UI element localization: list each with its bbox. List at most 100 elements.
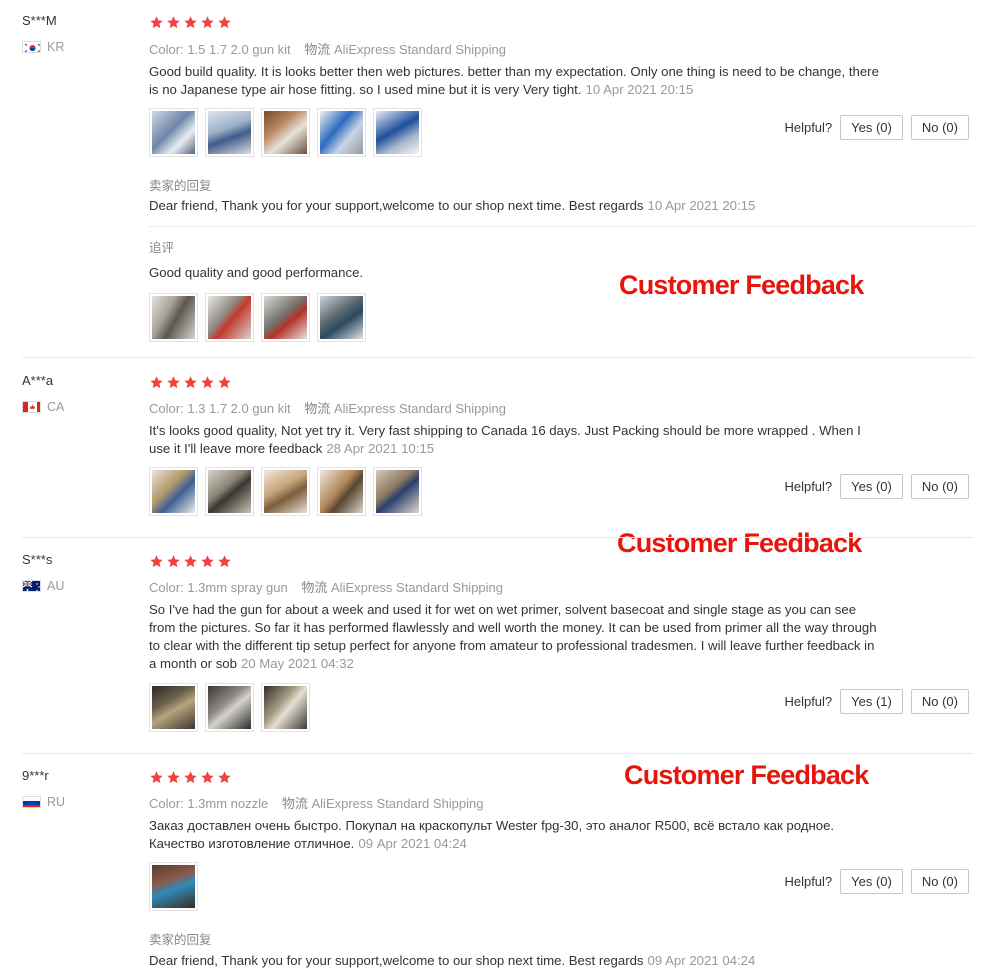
star-icon <box>184 771 197 784</box>
promo-overlay-text: Customer Feedback <box>619 270 864 300</box>
review-body: Good build quality. It is looks better t… <box>149 64 879 97</box>
attr-value: 1.3mm spray gun <box>187 580 288 595</box>
kr-flag-icon <box>22 41 41 53</box>
review-photo-thumbnail[interactable] <box>373 108 422 157</box>
feedback-page: S***M KR Color: 1.5 1.7 2.0 gun kit 物流 A… <box>0 0 1000 979</box>
review-photo-thumbnail[interactable] <box>205 293 254 342</box>
star-icon <box>201 555 214 568</box>
review-divider <box>22 357 974 358</box>
helpful-vote: Helpful? Yes (0) No (0) <box>784 869 969 894</box>
sku-info: Color: 1.3mm spray gun 物流 AliExpress Sta… <box>149 577 503 596</box>
star-icon <box>167 555 180 568</box>
seller-reply-label: 卖家的回复 <box>149 933 212 947</box>
attr-label: Color: <box>149 580 184 595</box>
attr-label: Color: <box>149 401 184 416</box>
seller-reply: Dear friend, Thank you for your support,… <box>149 952 879 970</box>
helpful-no-button[interactable]: No (0) <box>910 689 969 714</box>
ru-flag-icon <box>22 796 41 808</box>
star-icon <box>218 555 231 568</box>
helpful-vote: Helpful? Yes (0) No (0) <box>784 474 969 499</box>
star-icon <box>184 16 197 29</box>
review-photo-thumbnail[interactable] <box>317 467 366 516</box>
helpful-label: Helpful? <box>784 479 833 494</box>
review-photo-thumbnail[interactable] <box>261 683 310 732</box>
shipping-label: 物流 <box>304 42 331 57</box>
review-photo-thumbnail[interactable] <box>261 293 310 342</box>
country-code: RU <box>47 795 66 809</box>
seller-reply-text: Dear friend, Thank you for your support,… <box>149 953 644 968</box>
helpful-yes-button[interactable]: Yes (0) <box>840 869 903 894</box>
reviewer-name: A***a <box>22 373 54 388</box>
review-photo-thumbnail[interactable] <box>205 108 254 157</box>
shipping-value: AliExpress Standard Shipping <box>333 42 506 57</box>
helpful-no-button[interactable]: No (0) <box>910 474 969 499</box>
attr-value: 1.3 1.7 2.0 gun kit <box>187 401 291 416</box>
divider <box>149 226 974 227</box>
shipping-value: AliExpress Standard Shipping <box>311 796 484 811</box>
helpful-yes-button[interactable]: Yes (0) <box>840 474 903 499</box>
star-icon <box>150 771 163 784</box>
review-divider <box>22 753 974 754</box>
star-icon <box>184 555 197 568</box>
star-icon <box>201 16 214 29</box>
review-photo-thumbnail[interactable] <box>149 683 198 732</box>
review-text: It's looks good quality, Not yet try it.… <box>149 422 879 458</box>
review-date: 09 Apr 2021 04:24 <box>358 836 467 851</box>
reviewer-name: 9***r <box>22 768 49 783</box>
review-photo-thumbnail[interactable] <box>149 467 198 516</box>
additional-feedback-label: 追评 <box>149 241 175 255</box>
helpful-no-button[interactable]: No (0) <box>910 115 969 140</box>
reviewer-country: KR <box>22 40 64 54</box>
helpful-vote: Helpful? Yes (0) No (0) <box>784 115 969 140</box>
review-date: 20 May 2021 04:32 <box>240 656 354 671</box>
star-icon <box>167 376 180 389</box>
helpful-label: Helpful? <box>784 874 833 889</box>
review-divider <box>22 537 974 538</box>
seller-reply-text: Dear friend, Thank you for your support,… <box>149 198 644 213</box>
review-photo-thumbnail[interactable] <box>261 467 310 516</box>
seller-reply-label: 卖家的回复 <box>149 179 212 193</box>
review-date: 10 Apr 2021 20:15 <box>585 82 694 97</box>
promo-overlay-text: Customer Feedback <box>624 760 869 790</box>
star-icon <box>167 771 180 784</box>
review-photo-thumbnail[interactable] <box>149 862 198 911</box>
review-photos <box>149 683 310 732</box>
review-photo-thumbnail[interactable] <box>205 467 254 516</box>
seller-reply-date: 10 Apr 2021 20:15 <box>647 198 756 213</box>
review-photos <box>149 108 422 157</box>
review-text: So I've had the gun for about a week and… <box>149 601 879 673</box>
sku-info: Color: 1.3 1.7 2.0 gun kit 物流 AliExpress… <box>149 398 506 417</box>
review-photo-thumbnail[interactable] <box>317 108 366 157</box>
review-text: Заказ доставлен очень быстро. Покупал на… <box>149 817 879 853</box>
review-photo-thumbnail[interactable] <box>373 467 422 516</box>
attr-label: Color: <box>149 796 184 811</box>
au-flag-icon <box>22 580 41 592</box>
star-icon <box>201 376 214 389</box>
review-photo-thumbnail[interactable] <box>261 108 310 157</box>
star-icon <box>218 16 231 29</box>
review-text: Good build quality. It is looks better t… <box>149 63 879 99</box>
star-icon <box>150 555 163 568</box>
review-photo-thumbnail[interactable] <box>317 293 366 342</box>
helpful-yes-button[interactable]: Yes (1) <box>840 689 903 714</box>
review-photo-thumbnail[interactable] <box>149 108 198 157</box>
rating-stars <box>149 770 232 785</box>
sku-info: Color: 1.5 1.7 2.0 gun kit 物流 AliExpress… <box>149 39 506 58</box>
helpful-label: Helpful? <box>784 694 833 709</box>
shipping-label: 物流 <box>281 796 308 811</box>
attr-value: 1.5 1.7 2.0 gun kit <box>187 42 291 57</box>
shipping-value: AliExpress Standard Shipping <box>331 580 504 595</box>
star-icon <box>218 771 231 784</box>
helpful-label: Helpful? <box>784 120 833 135</box>
helpful-no-button[interactable]: No (0) <box>910 869 969 894</box>
shipping-label: 物流 <box>301 580 328 595</box>
star-icon <box>167 16 180 29</box>
rating-stars <box>149 15 232 30</box>
review-body: Заказ доставлен очень быстро. Покупал на… <box>149 818 835 851</box>
review-photo-thumbnail[interactable] <box>205 683 254 732</box>
helpful-yes-button[interactable]: Yes (0) <box>840 115 903 140</box>
sku-info: Color: 1.3mm nozzle 物流 AliExpress Standa… <box>149 793 484 812</box>
review-photo-thumbnail[interactable] <box>149 293 198 342</box>
review-photos <box>149 467 422 516</box>
reviewer-country: AU <box>22 579 64 593</box>
